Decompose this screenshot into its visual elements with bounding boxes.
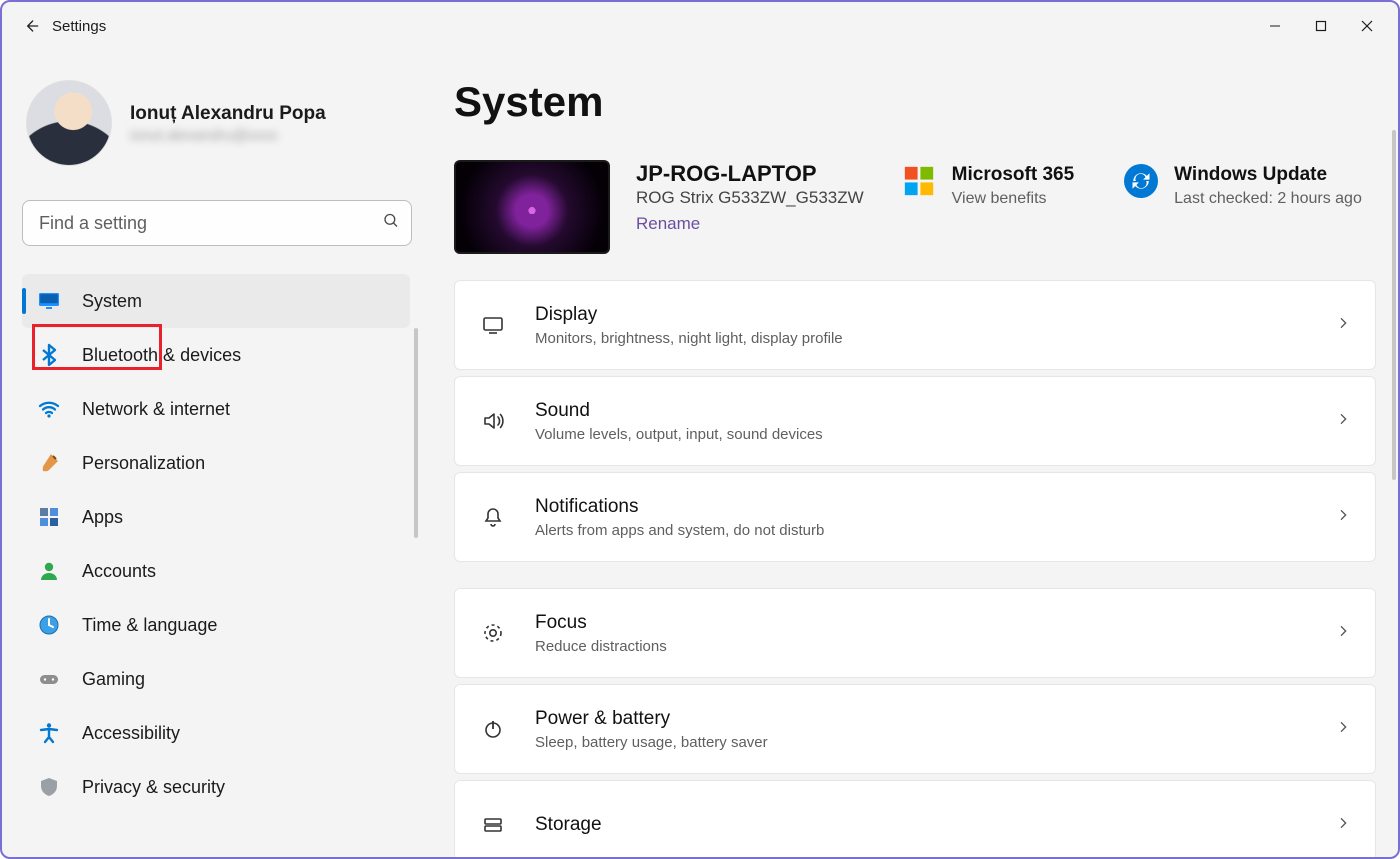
main-scrollbar[interactable]	[1392, 130, 1396, 480]
card-description: Alerts from apps and system, do not dist…	[535, 522, 824, 539]
nav-item-personalization[interactable]: Personalization	[22, 436, 410, 490]
arrow-left-icon	[21, 16, 41, 36]
card-display[interactable]: Display Monitors, brightness, night ligh…	[454, 280, 1376, 370]
card-storage[interactable]: Storage	[454, 780, 1376, 857]
device-name: JP-ROG-LAPTOP	[636, 160, 864, 188]
card-title: Display	[535, 303, 843, 328]
nav-item-accounts[interactable]: Accounts	[22, 544, 410, 598]
shield-icon	[36, 774, 62, 800]
card-sound[interactable]: Sound Volume levels, output, input, soun…	[454, 376, 1376, 466]
focus-icon	[479, 619, 507, 647]
card-power[interactable]: Power & battery Sleep, battery usage, ba…	[454, 684, 1376, 774]
microsoft-365-icon	[902, 164, 936, 198]
nav-item-bluetooth[interactable]: Bluetooth & devices	[22, 328, 410, 382]
card-focus[interactable]: Focus Reduce distractions	[454, 588, 1376, 678]
wifi-icon	[36, 396, 62, 422]
sidebar-scrollbar[interactable]	[414, 328, 418, 538]
device-model: ROG Strix G533ZW_G533ZW	[636, 188, 864, 208]
nav-item-network[interactable]: Network & internet	[22, 382, 410, 436]
main-content: System JP-ROG-LAPTOP ROG Strix G533ZW_G5…	[420, 50, 1398, 857]
card-group-gap	[454, 568, 1376, 582]
windows-update-title: Windows Update	[1174, 164, 1362, 186]
card-description: Sleep, battery usage, battery saver	[535, 734, 768, 751]
nav-item-label: Time & language	[82, 615, 217, 636]
page-title: System	[454, 78, 1376, 126]
chevron-right-icon	[1335, 623, 1351, 644]
microsoft-365-subtitle: View benefits	[952, 190, 1074, 208]
card-title: Focus	[535, 611, 667, 636]
card-description: Reduce distractions	[535, 638, 667, 655]
rename-link[interactable]: Rename	[636, 214, 700, 234]
nav-item-system[interactable]: System	[22, 274, 410, 328]
sound-icon	[479, 407, 507, 435]
sidebar: Ionuț Alexandru Popa ionut.alexandru@xxx…	[2, 50, 420, 857]
close-button[interactable]	[1344, 7, 1390, 45]
top-info-row: JP-ROG-LAPTOP ROG Strix G533ZW_G533ZW Re…	[454, 160, 1376, 254]
windows-update-subtitle: Last checked: 2 hours ago	[1174, 190, 1362, 208]
nav-item-time[interactable]: Time & language	[22, 598, 410, 652]
microsoft-365-card[interactable]: Microsoft 365 View benefits	[902, 164, 1074, 208]
card-title: Notifications	[535, 495, 824, 520]
close-icon	[1361, 20, 1373, 32]
nav-item-label: Accounts	[82, 561, 156, 582]
accessibility-icon	[36, 720, 62, 746]
nav-item-label: Network & internet	[82, 399, 230, 420]
gamepad-icon	[36, 666, 62, 692]
power-icon	[479, 715, 507, 743]
search-icon	[382, 212, 400, 235]
storage-icon	[479, 811, 507, 839]
card-title: Storage	[535, 813, 602, 838]
monitor-icon	[36, 288, 62, 314]
windows-update-card[interactable]: Windows Update Last checked: 2 hours ago	[1124, 164, 1362, 208]
app-title: Settings	[52, 18, 106, 35]
minimize-icon	[1269, 20, 1281, 32]
clock-icon	[36, 612, 62, 638]
search-input[interactable]	[22, 200, 412, 246]
nav-item-privacy[interactable]: Privacy & security	[22, 760, 410, 814]
nav-item-label: Personalization	[82, 453, 205, 474]
nav-item-label: Privacy & security	[82, 777, 225, 798]
maximize-icon	[1315, 20, 1327, 32]
bell-icon	[479, 503, 507, 531]
nav-item-label: Accessibility	[82, 723, 180, 744]
windows-update-icon	[1124, 164, 1158, 198]
minimize-button[interactable]	[1252, 7, 1298, 45]
device-card[interactable]: JP-ROG-LAPTOP ROG Strix G533ZW_G533ZW Re…	[454, 160, 864, 254]
search-wrap	[22, 200, 412, 246]
card-notifications[interactable]: Notifications Alerts from apps and syste…	[454, 472, 1376, 562]
card-title: Sound	[535, 399, 823, 424]
chevron-right-icon	[1335, 719, 1351, 740]
nav-item-accessibility[interactable]: Accessibility	[22, 706, 410, 760]
card-description: Volume levels, output, input, sound devi…	[535, 426, 823, 443]
microsoft-365-title: Microsoft 365	[952, 164, 1074, 186]
chevron-right-icon	[1335, 315, 1351, 336]
card-description: Monitors, brightness, night light, displ…	[535, 330, 843, 347]
card-title: Power & battery	[535, 707, 768, 732]
apps-icon	[36, 504, 62, 530]
nav-item-gaming[interactable]: Gaming	[22, 652, 410, 706]
chevron-right-icon	[1335, 815, 1351, 836]
nav: System Bluetooth & devices Network & int…	[22, 274, 410, 814]
avatar	[26, 80, 112, 166]
display-icon	[479, 311, 507, 339]
account-name: Ionuț Alexandru Popa	[130, 102, 326, 127]
maximize-button[interactable]	[1298, 7, 1344, 45]
person-icon	[36, 558, 62, 584]
nav-item-label: Gaming	[82, 669, 145, 690]
wallpaper-thumbnail	[454, 160, 610, 254]
nav-item-apps[interactable]: Apps	[22, 490, 410, 544]
bluetooth-icon	[36, 342, 62, 368]
chevron-right-icon	[1335, 411, 1351, 432]
chevron-right-icon	[1335, 507, 1351, 528]
account-email: ionut.alexandru@xxxx	[130, 127, 326, 144]
account-header[interactable]: Ionuț Alexandru Popa ionut.alexandru@xxx…	[26, 80, 410, 166]
brush-icon	[36, 450, 62, 476]
nav-item-label: Bluetooth & devices	[82, 345, 241, 366]
nav-item-label: System	[82, 291, 142, 312]
back-button[interactable]	[10, 5, 52, 47]
settings-cards-list: Display Monitors, brightness, night ligh…	[454, 280, 1376, 857]
titlebar: Settings	[2, 2, 1398, 50]
settings-window: Settings Ionuț Alexandru Popa ionut.alex…	[0, 0, 1400, 859]
nav-item-label: Apps	[82, 507, 123, 528]
